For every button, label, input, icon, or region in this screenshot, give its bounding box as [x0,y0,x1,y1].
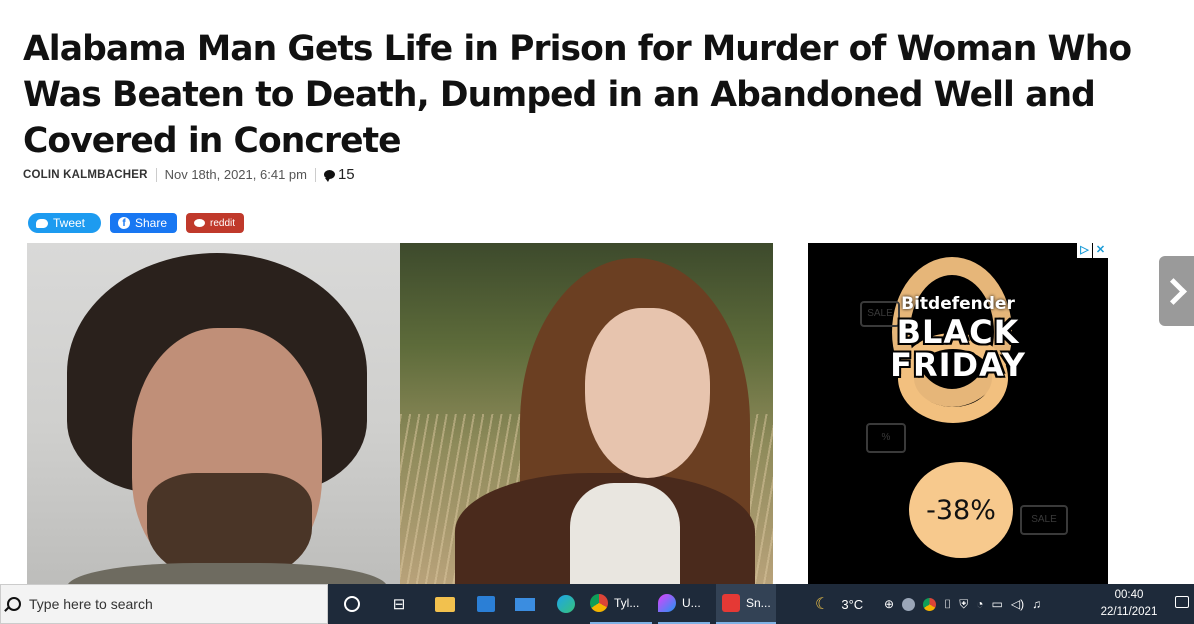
article-byline: COLIN KALMBACHER Nov 18th, 2021, 6:41 pm… [23,166,355,183]
chrome-icon [590,594,608,612]
facebook-share-button[interactable]: f Share [110,213,177,233]
taskbar-app-label: U... [682,596,701,610]
search-placeholder: Type here to search [29,596,153,612]
file-explorer-icon[interactable] [435,594,455,614]
twitter-bird-icon [36,218,48,228]
shopping-cart-doodle: % [866,423,906,453]
taskbar-clock[interactable]: 00:40 22/11/2021 [1093,587,1165,621]
byline-divider [314,167,316,182]
moon-icon: ☾ [815,596,830,613]
windows-taskbar: Type here to search ⊟ Tyl... U... Sn... … [0,584,1194,624]
skype-icon[interactable] [902,597,916,611]
mugshot-photo [27,243,400,584]
ad-controls: ▷ ✕ [1077,243,1108,258]
blouse-shape [570,483,680,584]
chrome-tray-icon[interactable] [923,597,937,611]
ad-headline-friday: FRIDAY [890,346,1026,384]
reddit-label: reddit [209,217,235,229]
microsoft-store-icon[interactable] [476,594,496,614]
taskbar-app-label: Tyl... [614,596,640,610]
taskbar-search-box[interactable]: Type here to search [0,584,328,624]
task-view-icon[interactable]: ⊟ [389,594,409,614]
chevron-right-icon [1160,277,1187,305]
notification-icon[interactable] [1175,596,1189,608]
cortana-icon[interactable] [342,594,362,614]
comments-link[interactable]: 15 [323,166,355,183]
victim-photo [400,243,773,584]
article-headline: Alabama Man Gets Life in Prison for Murd… [23,29,1132,161]
search-icon [7,597,21,611]
tweet-label: Tweet [53,216,86,230]
shield-icon[interactable]: ⛨ [959,597,968,612]
mail-icon[interactable] [515,594,535,614]
volume-icon[interactable]: ◁) [1011,597,1024,611]
taskbar-app-snipping[interactable]: Sn... [716,584,776,624]
ad-choices-icon[interactable]: ▷ [1077,243,1092,258]
author-link[interactable]: COLIN KALMBACHER [23,169,148,181]
meet-now-icon[interactable]: ⊕ [884,597,894,611]
clock-time: 00:40 [1114,589,1144,601]
snipping-tool-icon [722,594,740,612]
shirt-shape [67,563,387,584]
usb-icon[interactable]: ⌷ [944,597,951,612]
facebook-share-label: Share [135,216,168,230]
comment-count: 15 [337,166,355,183]
weather-widget[interactable]: ☾ 3°C [815,584,863,624]
facebook-icon: f [118,217,130,229]
taskbar-app-label: Sn... [746,596,771,610]
close-icon[interactable]: ✕ [1093,243,1108,258]
ad-brand: Bitdefender [901,294,1015,314]
comment-bubble-icon [323,170,335,182]
discount-badge: -38% [909,462,1013,558]
taskbar-app-paint[interactable]: U... [658,584,710,624]
taskbar-app-chrome[interactable]: Tyl... [590,584,652,624]
byline-divider [155,167,157,182]
paint-icon [658,594,676,612]
clock-date: 22/11/2021 [1100,606,1158,618]
face-shape [585,308,710,478]
reddit-share-button[interactable]: reddit [186,213,244,233]
reddit-alien-icon [194,219,205,227]
sale-tag-doodle: SALE [1020,505,1068,535]
share-buttons: Tweet f Share reddit [28,213,244,233]
system-tray: ⊕ ⌷ ⛨ ◔ ▭ ◁) ♫ [884,584,1041,624]
tweet-button[interactable]: Tweet [28,213,101,233]
weather-temp: 3°C [841,596,864,612]
wifi-icon[interactable]: ◔ [976,597,983,611]
battery-icon[interactable]: ▭ [992,597,1003,611]
next-article-button[interactable] [1159,256,1194,326]
music-icon[interactable]: ♫ [1032,597,1041,611]
edge-icon[interactable] [556,594,576,614]
bitdefender-ad[interactable]: ▷ ✕ SALE % SALE Bitdefender BLACK FRIDAY… [808,243,1108,584]
publish-date: Nov 18th, 2021, 6:41 pm [164,167,307,182]
